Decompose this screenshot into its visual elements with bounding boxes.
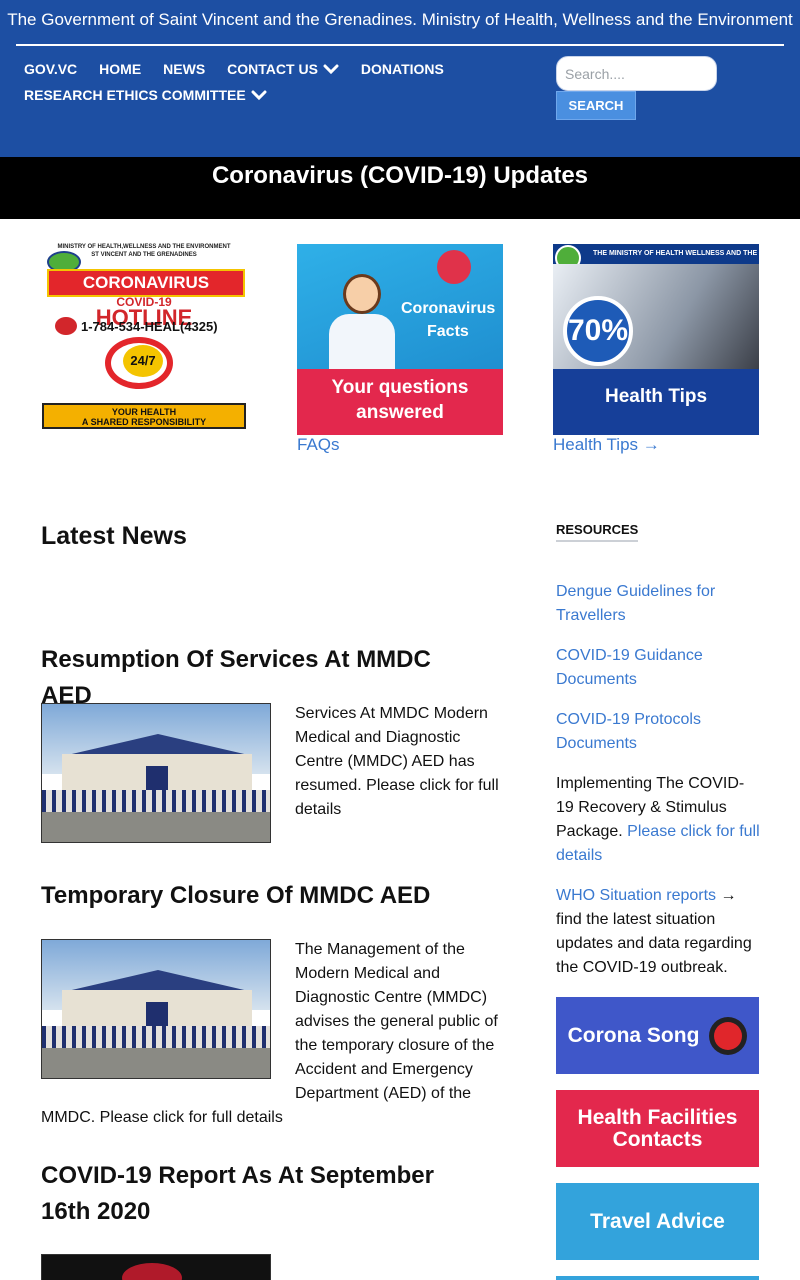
- article-excerpt-tail: MMDC. Please click for full details: [41, 1109, 283, 1126]
- latest-news-heading: Latest News: [41, 522, 187, 550]
- doctor-illustration: [327, 274, 397, 369]
- hotline-footer: YOUR HEALTH A SHARED RESPONSIBILITY: [42, 403, 246, 429]
- thumb-fence: [42, 790, 270, 812]
- thumb-ground: [42, 812, 270, 842]
- main-nav: GOV.VC HOME NEWS CONTACT US DONATIONS RE…: [24, 60, 544, 112]
- article-thumbnail[interactable]: [41, 703, 271, 843]
- tips-image-caption: Health Tips: [553, 369, 759, 435]
- virus-icon: [437, 250, 471, 284]
- facts-image-word1: Coronavirus: [401, 300, 496, 317]
- nav-item-home[interactable]: HOME: [99, 61, 141, 77]
- resource-link-guidance[interactable]: COVID-19 Guidance Documents: [556, 644, 756, 692]
- hotline-card[interactable]: MINISTRY OF HEALTH,WELLNESS AND THE ENVI…: [41, 243, 247, 434]
- article-thumbnail[interactable]: [41, 939, 271, 1079]
- facts-image-word2: Facts: [427, 323, 469, 340]
- doctor-head: [343, 274, 381, 314]
- article-excerpt: Services At MMDC Modern Medical and Diag…: [295, 705, 499, 818]
- nav-item-contact-us[interactable]: CONTACT US: [227, 61, 339, 77]
- tips-ministry-banner: THE MINISTRY OF HEALTH WELLNESS AND THE …: [553, 244, 759, 277]
- health-tips-link[interactable]: Health Tips →: [553, 435, 660, 455]
- nav-item-donations[interactable]: DONATIONS: [361, 61, 444, 77]
- nav-item-govvc[interactable]: GOV.VC: [24, 61, 77, 77]
- hotline-number: 1-784-534-HEAL(4325): [81, 319, 218, 334]
- article-excerpt: The Management of the Modern Medical and…: [295, 941, 498, 1102]
- covid-updates-banner: Coronavirus (COVID-19) Updates: [0, 157, 800, 219]
- hotline-footer-line2: A SHARED RESPONSIBILITY: [81, 417, 207, 427]
- site-title[interactable]: The Government of Saint Vincent and the …: [0, 10, 800, 30]
- health-facilities-banner[interactable]: Health Facilities Contacts: [556, 1090, 759, 1167]
- banner-title: Coronavirus (COVID-19) Updates: [211, 162, 589, 189]
- play-icon: [709, 1016, 748, 1055]
- travel-advice-label: Travel Advice: [590, 1209, 725, 1233]
- resource-link-protocols[interactable]: COVID-19 Protocols Documents: [556, 708, 756, 756]
- search-button[interactable]: SEARCH: [556, 91, 636, 120]
- site-header: The Government of Saint Vincent and the …: [0, 0, 800, 157]
- search-input[interactable]: [556, 56, 717, 91]
- who-reports-text: WHO Situation reports → find the latest …: [556, 884, 761, 980]
- facts-image-caption: Your questions answered: [297, 369, 503, 435]
- resources-heading: RESOURCES: [556, 522, 639, 542]
- corona-song-banner[interactable]: Corona Song: [556, 997, 759, 1074]
- phone-icon: [55, 317, 77, 335]
- chevron-down-icon: [323, 64, 339, 75]
- nav-item-research-ethics-label: RESEARCH ETHICS COMMITTEE: [24, 87, 246, 103]
- hotline-header: CORONAVIRUS: [47, 269, 245, 297]
- next-resource-banner[interactable]: [556, 1276, 759, 1280]
- faqs-link[interactable]: FAQs: [297, 435, 340, 455]
- nav-item-contact-us-label: CONTACT US: [227, 61, 318, 77]
- hotline-footer-line1: YOUR HEALTH: [111, 407, 177, 417]
- health-facilities-label: Health Facilities Contacts: [577, 1105, 738, 1151]
- doctor-body: [329, 314, 395, 369]
- nav-row-2: RESEARCH ETHICS COMMITTEE: [24, 86, 544, 104]
- resource-link-dengue[interactable]: Dengue Guidelines for Travellers: [556, 580, 756, 628]
- recovery-package-text: Implementing The COVID-19 Recovery & Sti…: [556, 772, 761, 868]
- nav-row-1: GOV.VC HOME NEWS CONTACT US DONATIONS: [24, 60, 544, 78]
- header-divider: [16, 44, 784, 46]
- nav-item-news[interactable]: NEWS: [163, 61, 205, 77]
- corona-song-label: Corona Song: [567, 1023, 700, 1047]
- article-thumbnail[interactable]: [41, 1254, 271, 1280]
- thumb-ground: [42, 1048, 270, 1078]
- facts-card-image[interactable]: Coronavirus Facts Your questions answere…: [297, 244, 503, 435]
- travel-advice-banner[interactable]: Travel Advice: [556, 1183, 759, 1260]
- article-title[interactable]: COVID-19 Report As At September 16th 202…: [41, 1158, 481, 1230]
- nav-item-research-ethics[interactable]: RESEARCH ETHICS COMMITTEE: [24, 87, 267, 103]
- thumb-fence: [42, 1026, 270, 1048]
- health-tips-card-image[interactable]: THE MINISTRY OF HEALTH WELLNESS AND THE …: [553, 244, 759, 435]
- article-title[interactable]: Temporary Closure Of MMDC AED: [41, 878, 481, 914]
- virus-image: [122, 1263, 182, 1280]
- hotline-ministry-line1: MINISTRY OF HEALTH,WELLNESS AND THE ENVI…: [57, 244, 231, 250]
- chevron-down-icon: [251, 90, 267, 101]
- tips-percent-badge: 70%: [563, 296, 633, 366]
- hotline-hours: 24/7: [123, 345, 163, 377]
- who-situation-reports-link[interactable]: WHO Situation reports: [556, 887, 716, 904]
